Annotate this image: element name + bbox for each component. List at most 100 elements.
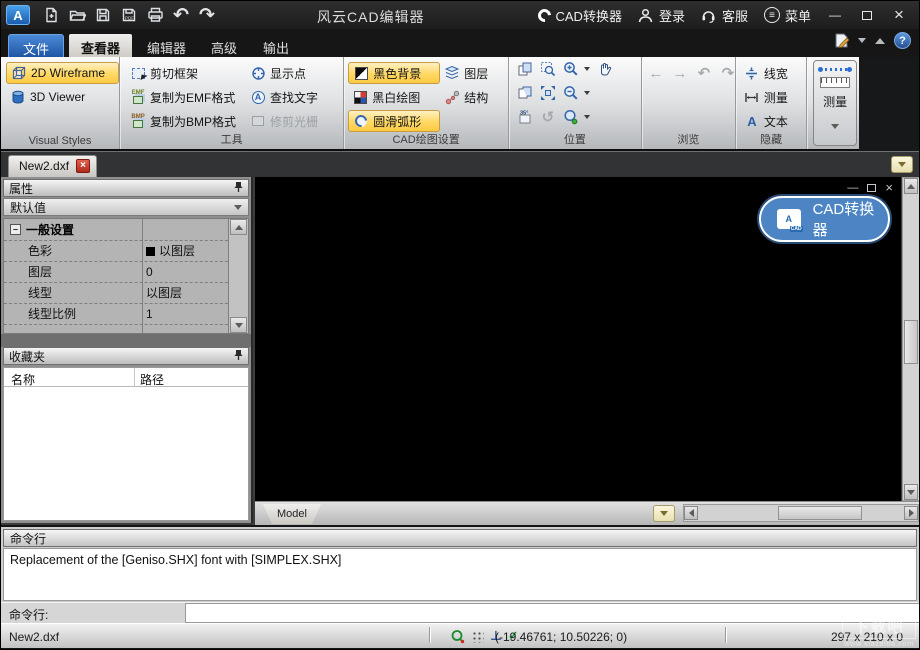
column-path[interactable]: 路径 xyxy=(140,371,164,388)
copy-emf-button[interactable]: EMF 复制为EMF格式 xyxy=(126,86,246,108)
cad-converter-overlay-button[interactable]: A CAD转换器 xyxy=(759,196,890,242)
mdi-minimize-icon[interactable]: — xyxy=(847,182,858,194)
copy-view-icon[interactable] xyxy=(517,85,533,101)
ruler-icon xyxy=(820,77,850,88)
canvas-horizontal-scrollbar[interactable] xyxy=(683,504,919,522)
mdi-close-icon[interactable]: × xyxy=(885,180,893,195)
zoom-extents-dropdown-icon[interactable] xyxy=(584,115,590,119)
scroll-down-icon[interactable] xyxy=(230,317,247,333)
login-button[interactable]: 登录 xyxy=(632,1,691,29)
canvas-bottom-bar: Model xyxy=(255,501,920,525)
scroll-down-icon[interactable] xyxy=(904,484,918,500)
clip-frame-button[interactable]: 剪切框架 xyxy=(126,62,246,84)
minimize-button[interactable]: — xyxy=(821,3,849,27)
model-tab[interactable]: Model xyxy=(263,504,321,524)
scroll-up-icon[interactable] xyxy=(230,219,247,235)
tab-file[interactable]: 文件 xyxy=(8,34,64,57)
column-name[interactable]: 名称 xyxy=(11,371,35,388)
annotate-dropdown-icon[interactable] xyxy=(858,38,866,43)
drawing-canvas[interactable]: — × A CAD转换器 xyxy=(255,177,901,501)
snap-icon[interactable] xyxy=(449,628,465,644)
bw-drawing-toggle[interactable]: 黑白绘图 xyxy=(348,86,440,108)
pan-hand-icon[interactable] xyxy=(597,61,613,77)
property-row-linetype[interactable]: 线型 以图层 xyxy=(4,283,248,304)
support-button[interactable]: 客服 xyxy=(695,1,754,29)
command-input[interactable] xyxy=(186,603,919,623)
layers-icon xyxy=(444,65,460,81)
tab-editor[interactable]: 编辑器 xyxy=(135,34,198,57)
preset-dropdown[interactable]: 默认值 xyxy=(3,198,249,216)
measure-big-button[interactable]: 测量 xyxy=(813,60,857,146)
open-file-button[interactable] xyxy=(64,3,90,27)
smooth-arc-toggle[interactable]: 圆滑弧形 xyxy=(348,110,440,132)
tab-advanced[interactable]: 高级 xyxy=(199,34,249,57)
menu-button[interactable]: ≡ 菜单 xyxy=(758,1,817,29)
cad-converter-button[interactable]: CAD转换器 xyxy=(532,1,628,29)
rotate-angle-icon[interactable]: 35° xyxy=(517,109,533,125)
annotate-icon[interactable] xyxy=(833,33,849,49)
pin-icon[interactable] xyxy=(234,181,243,196)
tab-list-dropdown[interactable] xyxy=(891,156,913,173)
black-background-toggle[interactable]: 黑色背景 xyxy=(348,62,440,84)
show-points-button[interactable]: 显示点 xyxy=(246,62,342,84)
help-icon[interactable]: ? xyxy=(894,32,911,49)
command-panel-header[interactable]: 命令行 xyxy=(3,529,917,547)
save-as-pdf-button[interactable]: PDF xyxy=(116,3,142,27)
zoom-in-icon[interactable] xyxy=(563,61,579,77)
app-window: A PDF ↶ ↷ 风云CAD编辑器 CAD转换器 登录 客服 ≡ 菜单 xyxy=(0,0,920,650)
zoom-extents-icon[interactable] xyxy=(563,109,579,125)
zoom-out-dropdown-icon[interactable] xyxy=(584,91,590,95)
maximize-button[interactable] xyxy=(853,3,881,27)
new-file-button[interactable] xyxy=(38,3,64,27)
zoom-in-dropdown-icon[interactable] xyxy=(584,67,590,71)
layers-button[interactable]: 图层 xyxy=(440,62,502,84)
scroll-up-icon[interactable] xyxy=(904,178,918,194)
scrollbar-thumb[interactable] xyxy=(778,506,862,520)
zoom-out-icon[interactable] xyxy=(563,85,579,101)
find-text-button[interactable]: A 查找文字 xyxy=(246,86,342,108)
collapse-ribbon-icon[interactable] xyxy=(875,38,885,44)
scroll-right-icon[interactable] xyxy=(904,506,918,520)
undo-button[interactable]: ↶ xyxy=(168,3,194,27)
mdi-restore-icon[interactable] xyxy=(867,184,876,192)
collapse-group-icon[interactable]: – xyxy=(10,224,21,235)
property-row-color[interactable]: 色彩 以图层 xyxy=(4,241,248,262)
favorites-header[interactable]: 收藏夹 xyxy=(3,347,249,365)
print-button[interactable] xyxy=(142,3,168,27)
canvas-vertical-scrollbar[interactable] xyxy=(902,177,920,501)
pin-icon[interactable] xyxy=(234,349,243,364)
scrollbar-thumb[interactable] xyxy=(904,320,918,364)
wireframe-2d-button[interactable]: 2D Wireframe xyxy=(6,62,119,84)
property-row-ltscale[interactable]: 线型比例 1 xyxy=(4,304,248,325)
command-history: Replacement of the [Geniso.SHX] font wit… xyxy=(3,548,917,601)
copy-bmp-button[interactable]: BMP 复制为BMP格式 xyxy=(126,110,246,132)
viewer-3d-button[interactable]: 3D Viewer xyxy=(6,86,119,108)
zoom-window-icon[interactable] xyxy=(540,61,556,77)
tab-viewer[interactable]: 查看器 xyxy=(69,34,132,57)
bring-pages-icon[interactable] xyxy=(517,61,533,77)
line-width-toggle[interactable]: 线宽 xyxy=(740,62,806,84)
property-grid-scrollbar[interactable] xyxy=(228,219,248,333)
document-tab[interactable]: New2.dxf × xyxy=(8,155,97,178)
text-toggle[interactable]: A 文本 xyxy=(740,110,806,132)
favorites-list[interactable] xyxy=(3,387,249,521)
panel-splitter[interactable] xyxy=(1,334,251,347)
find-text-icon: A xyxy=(250,89,266,105)
redo-button[interactable]: ↷ xyxy=(194,3,220,27)
measure-toggle[interactable]: 测量 xyxy=(740,86,806,108)
status-divider xyxy=(725,627,726,643)
save-button[interactable] xyxy=(90,3,116,27)
property-group-row[interactable]: – 一般设置 xyxy=(4,219,248,241)
scroll-left-icon[interactable] xyxy=(684,506,698,520)
layout-list-dropdown[interactable] xyxy=(653,505,675,522)
close-button[interactable]: × xyxy=(885,3,913,27)
measure-dropdown-icon[interactable] xyxy=(831,124,839,129)
grid-icon[interactable] xyxy=(471,630,484,643)
fit-to-screen-icon[interactable] xyxy=(540,85,556,101)
property-row-layer[interactable]: 图层 0 xyxy=(4,262,248,283)
structure-button[interactable]: 结构 xyxy=(440,86,502,108)
close-document-icon[interactable]: × xyxy=(76,159,90,173)
properties-header[interactable]: 属性 xyxy=(3,179,249,197)
column-divider[interactable] xyxy=(134,368,135,386)
tab-output[interactable]: 输出 xyxy=(251,34,301,57)
